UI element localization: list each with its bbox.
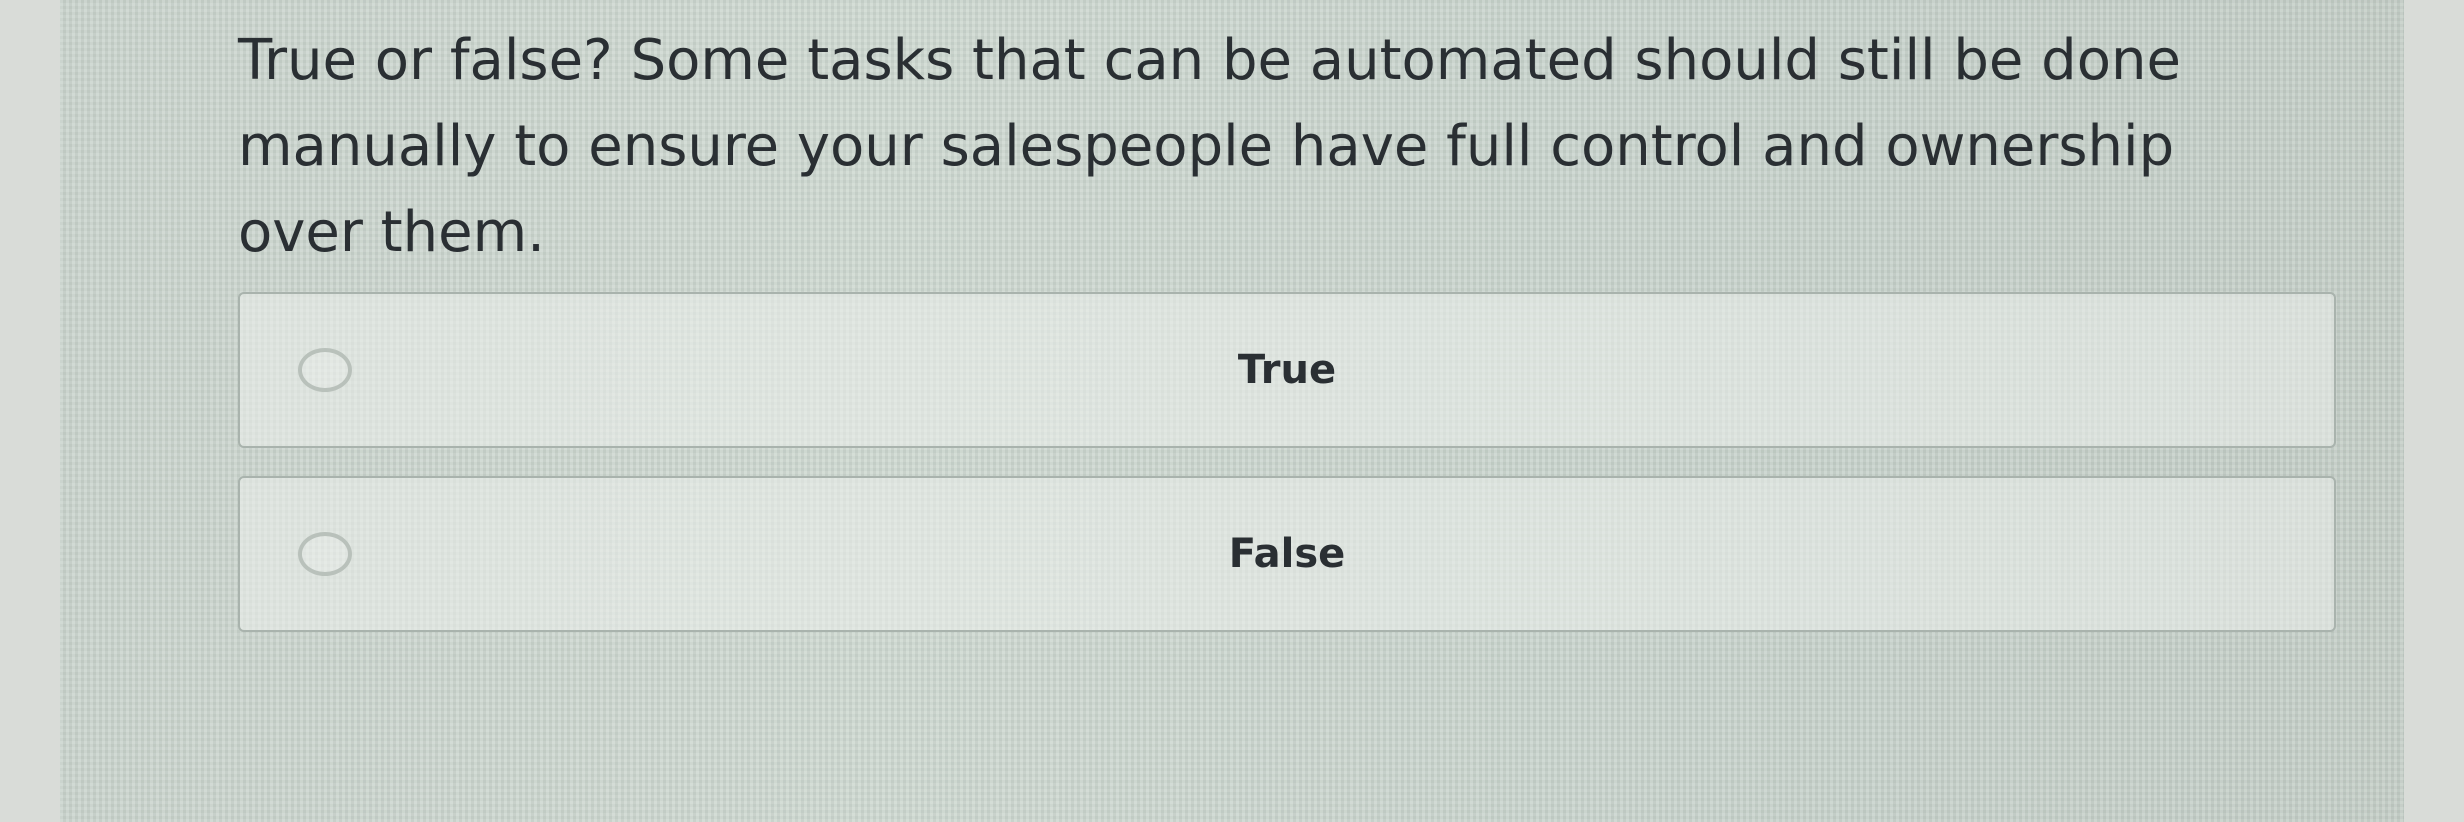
question-text: True or false? Some tasks that can be au…	[238, 28, 2181, 265]
option-label-true: True	[1237, 347, 1337, 393]
quiz-screen: True or false? Some tasks that can be au…	[60, 0, 2404, 822]
option-label-false: False	[1228, 531, 1346, 577]
option-true[interactable]: True	[238, 292, 2336, 448]
option-false[interactable]: False	[238, 476, 2336, 632]
